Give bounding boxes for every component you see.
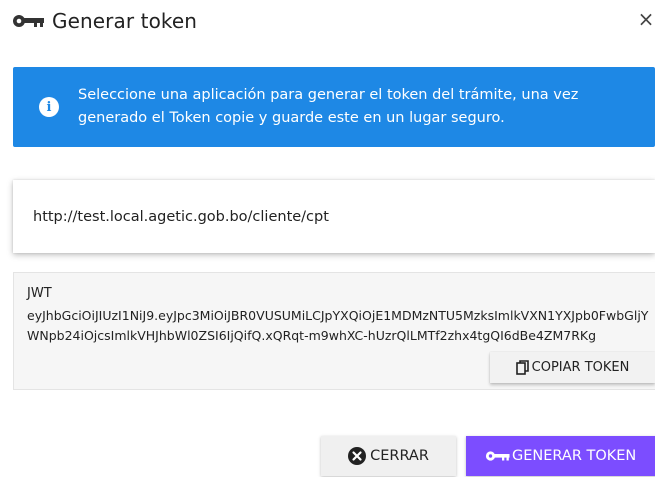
generate-token-button[interactable]: GENERAR TOKEN: [466, 436, 655, 476]
dialog-title: Generar token: [52, 9, 198, 33]
info-icon: i: [39, 97, 59, 117]
application-select-value: http://test.local.agetic.gob.bo/cliente/…: [33, 208, 329, 225]
dialog-header: Generar token: [12, 6, 197, 36]
token-value: eyJhbGciOiJIUzI1NiJ9.eyJpc3MiOiJBR0VUSUM…: [27, 308, 649, 343]
token-label: JWT: [27, 286, 52, 301]
cancel-button[interactable]: CERRAR: [321, 436, 456, 476]
copy-token-button[interactable]: COPIAR TOKEN: [490, 352, 655, 383]
x-circle-icon: [348, 447, 367, 465]
copy-icon: [515, 360, 530, 375]
cancel-button-label: CERRAR: [370, 448, 429, 464]
key-icon: [12, 13, 46, 29]
info-alert-text: Seleccione una aplicación para generar e…: [78, 87, 579, 126]
info-alert: i Seleccione una aplicación para generar…: [13, 67, 655, 147]
close-icon: ×: [637, 7, 655, 31]
close-button[interactable]: ×: [633, 6, 655, 32]
copy-token-label: COPIAR TOKEN: [531, 360, 630, 375]
application-select[interactable]: http://test.local.agetic.gob.bo/cliente/…: [13, 180, 655, 253]
generate-token-label: GENERAR TOKEN: [512, 448, 637, 464]
generate-token-dialog: Generar token × i Seleccione una aplicac…: [0, 0, 655, 477]
key-icon: [485, 450, 511, 462]
token-box: JWT eyJhbGciOiJIUzI1NiJ9.eyJpc3MiOiJBR0V…: [13, 272, 655, 390]
